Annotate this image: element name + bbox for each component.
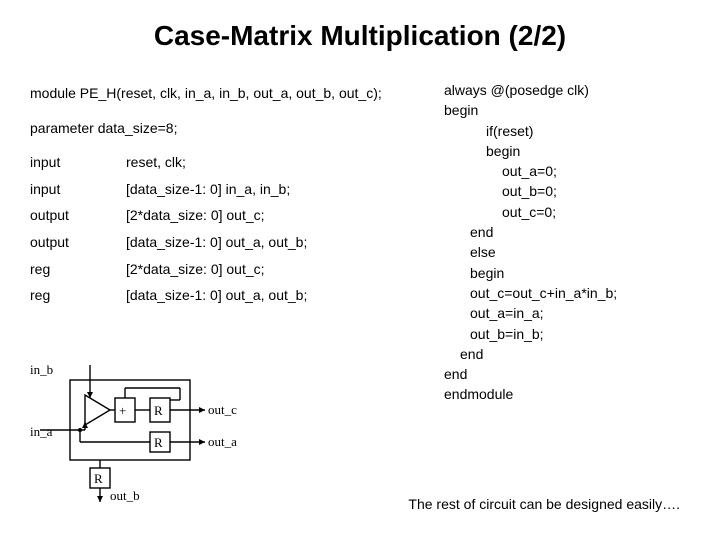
code-line: end (430, 344, 690, 364)
in-a-label: in_a (30, 424, 53, 439)
code-line: always @(posedge clk) (430, 80, 690, 100)
decl-kw: output (30, 202, 120, 229)
decl-kw: reg (30, 256, 120, 283)
code-line: end (430, 364, 690, 384)
code-line: begin (430, 100, 690, 120)
code-line: else (430, 242, 690, 262)
code-line: out_c=0; (430, 202, 690, 222)
decl-rest: [data_size-1: 0] out_a, out_b; (126, 229, 410, 256)
decl-kw: input (30, 149, 120, 176)
r-label: R (154, 435, 163, 450)
decl-kw: output (30, 229, 120, 256)
param-line: parameter data_size=8; (30, 115, 410, 142)
code-line: endmodule (430, 384, 690, 404)
code-line: if(reset) (430, 121, 690, 141)
code-line: out_b=in_b; (430, 324, 690, 344)
out-c-label: out_c (208, 402, 237, 417)
in-b-label: in_b (30, 362, 53, 377)
decl-rest: [data_size-1: 0] in_a, in_b; (126, 176, 410, 203)
code-line: begin (430, 141, 690, 161)
module-line: module PE_H(reset, clk, in_a, in_b, out_… (30, 80, 410, 107)
decl-rest: [2*data_size: 0] out_c; (126, 256, 410, 283)
code-line: out_a=in_a; (430, 303, 690, 323)
slide-title: Case-Matrix Multiplication (2/2) (30, 20, 690, 52)
out-a-label: out_a (208, 434, 237, 449)
code-line: out_a=0; (430, 161, 690, 181)
decl-rest: reset, clk; (126, 149, 410, 176)
decl-rest: [data_size-1: 0] out_a, out_b; (126, 282, 410, 309)
footer-note: The rest of circuit can be designed easi… (408, 496, 680, 512)
plus-label: + (119, 403, 126, 418)
pe-diagram: + R out_c in_b in_a (30, 360, 250, 510)
r-label: R (94, 471, 103, 486)
decl-kw: input (30, 176, 120, 203)
code-line: begin (430, 263, 690, 283)
code-line: out_c=out_c+in_a*in_b; (430, 283, 690, 303)
code-line: end (430, 222, 690, 242)
code-line: out_b=0; (430, 181, 690, 201)
out-b-label: out_b (110, 488, 140, 503)
code-left-column: module PE_H(reset, clk, in_a, in_b, out_… (30, 80, 410, 405)
decl-rest: [2*data_size: 0] out_c; (126, 202, 410, 229)
r-label: R (154, 403, 163, 418)
decl-kw: reg (30, 282, 120, 309)
code-right-column: always @(posedge clk) begin if(reset) be… (430, 80, 690, 405)
